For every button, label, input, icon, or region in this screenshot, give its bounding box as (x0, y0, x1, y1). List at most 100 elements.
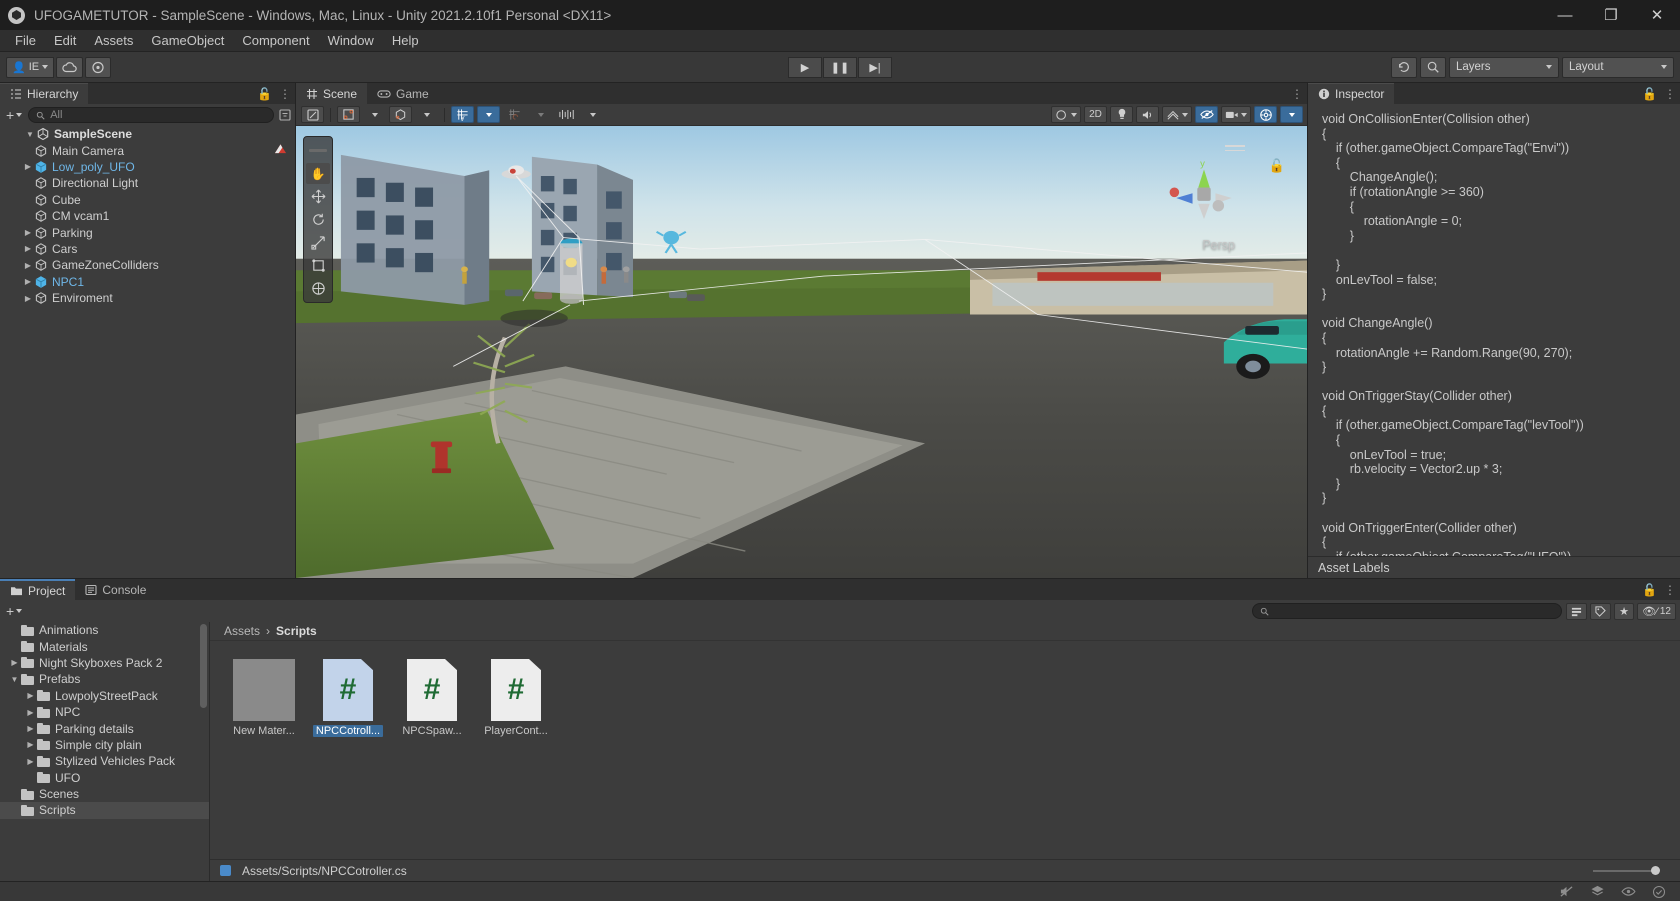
hierarchy-search-input[interactable]: All (28, 107, 274, 123)
grid-axis-dropdown[interactable] (477, 106, 500, 123)
hierarchy-item-cube[interactable]: Cube (0, 192, 295, 208)
chevron-right-icon[interactable]: ▶ (22, 244, 34, 253)
breadcrumb-scripts[interactable]: Scripts (276, 624, 317, 638)
kebab-menu-icon[interactable]: ⋮ (1664, 583, 1676, 597)
effects-toggle-button[interactable] (1162, 106, 1192, 123)
layout-dropdown[interactable]: Layout (1562, 56, 1674, 78)
close-button[interactable]: ✕ (1634, 0, 1680, 30)
tab-inspector[interactable]: Inspector (1308, 83, 1395, 104)
eye-icon[interactable] (1621, 886, 1636, 897)
tool-transform[interactable] (306, 278, 330, 299)
search-by-label-button[interactable] (1590, 602, 1612, 620)
chevron-right-icon[interactable]: ▶ (24, 691, 37, 700)
lock-icon[interactable]: 🔓 (1642, 583, 1657, 597)
maximize-button[interactable]: ❐ (1588, 0, 1634, 30)
tab-console[interactable]: Console (75, 579, 157, 600)
scene-tool-overlay-button[interactable] (301, 106, 324, 123)
asset-labels-section[interactable]: Asset Labels (1308, 556, 1680, 578)
chevron-right-icon[interactable]: ▶ (24, 708, 37, 717)
menu-file[interactable]: File (6, 31, 45, 50)
tool-rotate[interactable] (306, 209, 330, 230)
asset-item[interactable]: New Mater... (228, 659, 300, 737)
chevron-right-icon[interactable]: ▶ (8, 658, 21, 667)
hierarchy-item-parking[interactable]: ▶ Parking (0, 224, 295, 240)
collab-button[interactable] (85, 56, 112, 78)
project-folder-ufo[interactable]: UFO (0, 770, 209, 786)
step-button[interactable]: ▶| (858, 56, 892, 78)
project-folder-scripts[interactable]: Scripts (0, 802, 209, 819)
chevron-right-icon[interactable]: ▶ (24, 740, 37, 749)
gizmos-dropdown[interactable] (1280, 106, 1303, 123)
kebab-menu-icon[interactable]: ⋮ (1291, 87, 1303, 101)
asset-zoom-slider[interactable] (1593, 866, 1660, 875)
hierarchy-scene-root[interactable]: ▼ SampleScene (0, 126, 295, 142)
inspector-content[interactable]: void OnCollisionEnter(Collision other) {… (1308, 104, 1680, 556)
project-folder-animations[interactable]: Animations (0, 622, 209, 638)
project-folder-parking-details[interactable]: ▶ Parking details (0, 720, 209, 736)
menu-component[interactable]: Component (233, 31, 318, 50)
draw-mode-button[interactable] (389, 106, 412, 123)
hierarchy-item-low-poly-ufo[interactable]: ▶ Low_poly_UFO (0, 159, 295, 175)
chevron-right-icon[interactable]: ▶ (24, 724, 37, 733)
search-by-type-button[interactable] (1566, 602, 1588, 620)
scene-visibility-button[interactable] (1195, 106, 1218, 123)
scene-orientation-gizmo[interactable]: y (1161, 156, 1247, 242)
chevron-right-icon[interactable]: ▶ (22, 277, 34, 286)
layers-dropdown[interactable]: Layers (1449, 56, 1559, 78)
chevron-right-icon[interactable]: ▶ (22, 294, 34, 303)
move-snap-dropdown[interactable] (581, 106, 604, 123)
scene-overlay-menu-icon[interactable] (1225, 142, 1245, 154)
chevron-right-icon[interactable]: ▶ (24, 757, 37, 766)
hierarchy-item-cars[interactable]: ▶ Cars (0, 241, 295, 257)
shading-mode-button[interactable] (337, 106, 360, 123)
kebab-menu-icon[interactable]: ⋮ (1664, 87, 1676, 101)
shaded-preview-button[interactable] (1051, 106, 1081, 123)
project-add-button[interactable]: + (4, 603, 24, 619)
chevron-down-icon[interactable]: ▼ (8, 675, 21, 684)
project-tree-scrollbar[interactable] (200, 624, 207, 708)
hierarchy-item-cm-vcam1[interactable]: CM vcam1 (0, 208, 295, 224)
grid-axis-button[interactable]: y (451, 106, 474, 123)
project-folder-npc[interactable]: ▶ NPC (0, 704, 209, 720)
breadcrumb-assets[interactable]: Assets (224, 624, 260, 638)
project-folder-prefabs[interactable]: ▼ Prefabs (0, 671, 209, 687)
lock-icon[interactable]: 🔓 (257, 87, 272, 101)
grid-snapping-dropdown[interactable] (529, 106, 552, 123)
project-folder-scenes[interactable]: Scenes (0, 786, 209, 802)
mute-audio-icon[interactable] (1559, 885, 1574, 898)
menu-gameobject[interactable]: GameObject (142, 31, 233, 50)
lock-icon[interactable]: 🔓 (1642, 87, 1657, 101)
project-search-input[interactable] (1252, 603, 1563, 619)
undo-history-button[interactable] (1391, 56, 1417, 78)
minimize-button[interactable]: — (1542, 0, 1588, 30)
move-snap-button[interactable] (555, 106, 578, 123)
project-folder-simple-city-plain[interactable]: ▶ Simple city plain (0, 737, 209, 753)
zoom-slider-knob[interactable] (1651, 866, 1660, 875)
project-folder-lowpolystreetpack[interactable]: ▶ LowpolyStreetPack (0, 688, 209, 704)
draw-mode-dropdown[interactable] (415, 106, 438, 123)
lighting-toggle-button[interactable] (1110, 106, 1133, 123)
scene-camera-button[interactable] (1221, 106, 1251, 123)
scene-viewport[interactable]: ✋ 🔓 y Persp (296, 126, 1307, 578)
asset-item[interactable]: # PlayerCont... (480, 659, 552, 737)
hierarchy-item-directional-light[interactable]: Directional Light (0, 175, 295, 191)
tool-rect[interactable] (306, 255, 330, 276)
asset-item[interactable]: # NPCSpaw... (396, 659, 468, 737)
audio-toggle-button[interactable] (1136, 106, 1159, 123)
menu-edit[interactable]: Edit (45, 31, 85, 50)
project-folder-stylized-vehicles-pack[interactable]: ▶ Stylized Vehicles Pack (0, 753, 209, 769)
camera-projection-label[interactable]: Persp (1202, 238, 1235, 252)
gizmos-toggle-button[interactable] (1254, 106, 1277, 123)
hierarchy-filter-icon[interactable] (278, 109, 291, 122)
account-button[interactable]: 👤 IE (6, 56, 55, 78)
tool-drag-handle[interactable] (306, 140, 330, 161)
chevron-right-icon[interactable]: ▶ (22, 261, 34, 270)
chevron-right-icon[interactable]: ▶ (22, 228, 34, 237)
toolbar-search-button[interactable] (1420, 56, 1446, 78)
hierarchy-add-button[interactable]: + (4, 107, 24, 123)
tab-hierarchy[interactable]: Hierarchy (0, 83, 89, 104)
asset-item[interactable]: # NPCCotroll... (312, 659, 384, 737)
menu-window[interactable]: Window (319, 31, 383, 50)
cloud-button[interactable] (56, 56, 84, 78)
layers-stack-icon[interactable] (1590, 885, 1605, 898)
